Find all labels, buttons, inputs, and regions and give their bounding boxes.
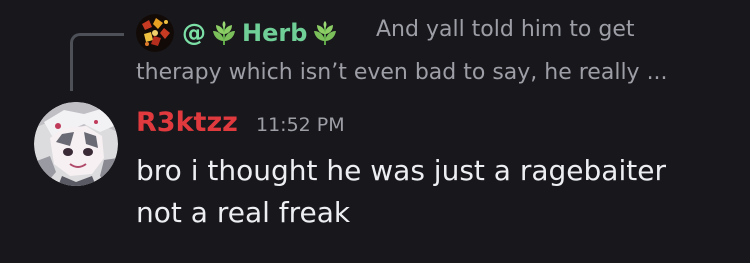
reply-preview-text-continued[interactable]: therapy which isn’t even bad to say, he … [136, 60, 668, 85]
mention-at-symbol: @ [182, 19, 206, 47]
author-avatar[interactable] [34, 102, 118, 186]
herb-leaf-icon [311, 19, 339, 47]
reply-author-avatar[interactable] [136, 14, 174, 52]
reply-preview-text[interactable]: And yall told him to get [376, 17, 635, 42]
reply-spine [70, 33, 124, 91]
message-timestamp[interactable]: 11:52 PM [256, 114, 345, 136]
herb-leaf-icon [210, 19, 238, 47]
chat-message: @ Herb And yall told him to get therapy … [0, 0, 750, 263]
reply-author-mention[interactable]: @ Herb [182, 15, 343, 51]
message-content: bro i thought he was just a ragebaiter n… [136, 150, 736, 234]
author-username[interactable]: R3ktzz [136, 107, 238, 138]
message-line: not a real freak [136, 196, 351, 229]
reply-author-name: Herb [242, 19, 308, 47]
message-line: bro i thought he was just a ragebaiter [136, 154, 666, 187]
